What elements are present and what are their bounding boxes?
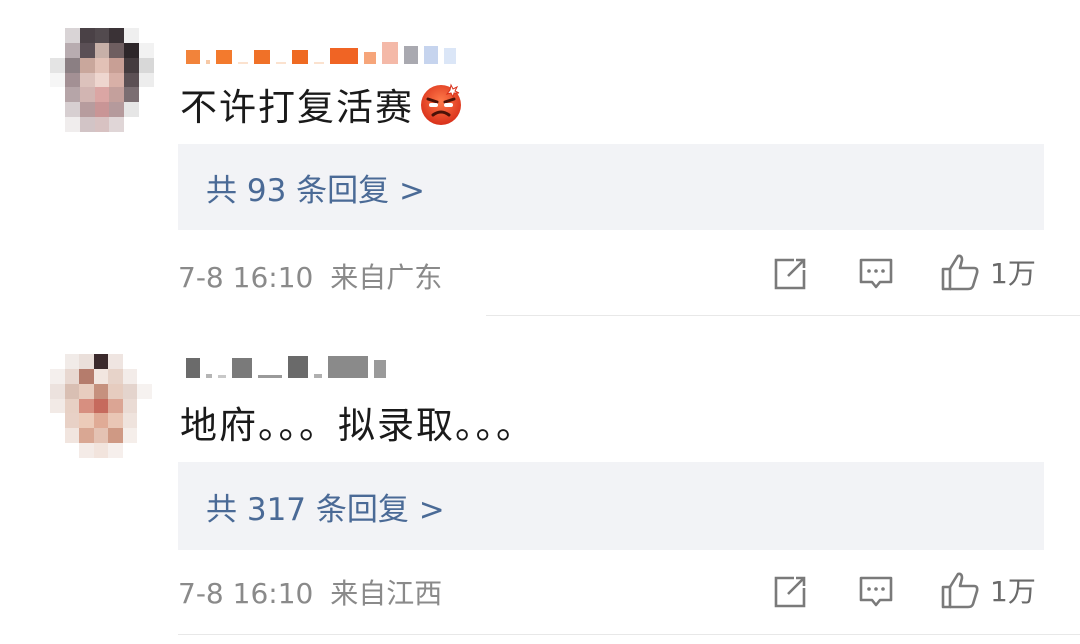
avatar[interactable] [50, 28, 154, 132]
comment-location: 来自江西 [330, 577, 443, 610]
comment-icon [859, 576, 893, 607]
username-redacted[interactable] [186, 354, 386, 378]
comment-button[interactable] [858, 570, 894, 614]
comment-icon [859, 258, 893, 289]
comment-text: 地府。。。拟录取。。。 [180, 394, 535, 450]
like-icon [941, 572, 979, 609]
comment-location: 来自广东 [330, 261, 443, 294]
share-icon [774, 576, 806, 608]
share-icon [774, 258, 806, 290]
comment-item: 不许打复活赛 共 93 条回复 > 7-8 16:10 来自广东 1万 [0, 0, 1080, 316]
view-replies-button[interactable]: 共 317 条回复 > [178, 462, 1044, 550]
comment-text-content: 地府。。。拟录取。。。 [180, 404, 535, 447]
comment-item: 地府。。。拟录取。。。 共 317 条回复 > 7-8 16:10 来自江西 1… [0, 316, 1080, 644]
like-icon [941, 254, 979, 291]
like-button[interactable]: 1万 [940, 568, 1036, 612]
like-count: 1万 [990, 575, 1036, 608]
share-button[interactable] [772, 570, 808, 614]
avatar[interactable] [50, 354, 152, 458]
comment-date: 7-8 16:10 [178, 577, 314, 610]
like-count: 1万 [990, 257, 1036, 290]
share-button[interactable] [772, 252, 808, 296]
comment-meta: 7-8 16:10 来自江西 [178, 572, 442, 612]
view-replies-button[interactable]: 共 93 条回复 > [178, 144, 1044, 230]
username-redacted[interactable] [186, 40, 456, 64]
angry-face-emoji [421, 83, 461, 125]
comment-button[interactable] [858, 252, 894, 296]
comment-date: 7-8 16:10 [178, 261, 314, 294]
like-button[interactable]: 1万 [940, 250, 1036, 294]
divider [178, 634, 1080, 635]
comment-meta: 7-8 16:10 来自广东 [178, 256, 442, 296]
comment-text: 不许打复活赛 [180, 76, 464, 132]
comment-text-content: 不许打复活赛 [180, 86, 414, 129]
comment-thread: 不许打复活赛 共 93 条回复 > 7-8 16:10 来自广东 1万 地府。。… [0, 0, 1080, 644]
